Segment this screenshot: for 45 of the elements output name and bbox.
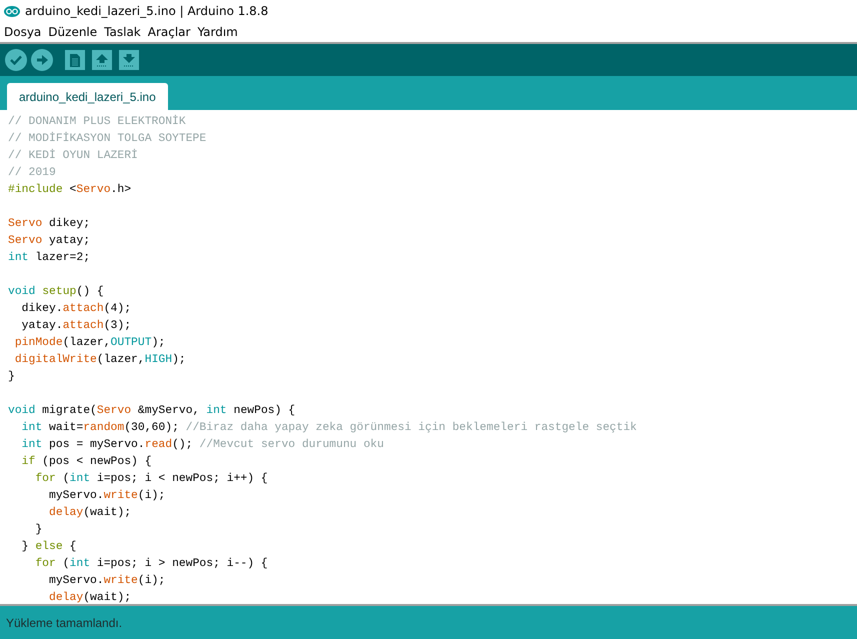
open-button[interactable] bbox=[92, 50, 112, 70]
code-line: delay(wait); bbox=[48, 506, 132, 521]
menu-item[interactable]: Araçlar bbox=[148, 25, 190, 39]
new-button[interactable] bbox=[65, 50, 85, 70]
code-line: int lazer=2; bbox=[8, 250, 92, 266]
arrow-right-icon bbox=[36, 55, 48, 65]
code-line: if (pos < newPos) { bbox=[20, 454, 153, 470]
menu-item[interactable]: Yardım bbox=[197, 25, 238, 39]
code-line: // KEDİ OYUN LAZERİ bbox=[8, 148, 139, 164]
code-line: pinMode(lazer,OUTPUT); bbox=[14, 336, 166, 351]
save-button[interactable] bbox=[119, 50, 139, 70]
code-line: int wait=random(30,60); //Biraz daha yapay zeka görünmesi için beklemeleri rastgele seçtik bbox=[20, 420, 638, 436]
code-line: for (int i=pos; i < newPos; i++) { bbox=[34, 472, 269, 487]
upload-button[interactable] bbox=[31, 49, 53, 71]
code-line: // MODİFİKASYON TOLGA SOYTEPE bbox=[8, 131, 208, 147]
code-line: // 2019 bbox=[8, 166, 57, 181]
code-line: void migrate(Servo &myServo, int newPos) { bbox=[8, 404, 296, 419]
file-tab[interactable]: arduino_kedi_lazeri_5.ino bbox=[7, 83, 168, 110]
code-line: delay(wait); bbox=[48, 590, 132, 604]
arrow-down-icon bbox=[123, 54, 135, 66]
window-title: arduino_kedi_lazeri_5.ino | Arduino 1.8.8 bbox=[25, 4, 268, 18]
menu-item[interactable]: Düzenle bbox=[48, 25, 98, 39]
document-icon bbox=[70, 54, 80, 66]
code-line: myServo.write(i); bbox=[48, 488, 166, 504]
verify-button[interactable] bbox=[5, 49, 27, 71]
code-line: int pos = myServo.read(); //Mevcut servo durumunu oku bbox=[20, 438, 385, 453]
code-line: void setup() { bbox=[8, 284, 105, 300]
arrow-up-icon bbox=[96, 54, 108, 66]
code-line: Servo yatay; bbox=[8, 234, 92, 249]
code-line: Servo dikey; bbox=[8, 216, 92, 232]
code-line: dikey.attach(4); bbox=[20, 302, 132, 317]
menu-item[interactable]: Taslak bbox=[104, 25, 141, 39]
code-line: } else { bbox=[20, 540, 78, 555]
code-line: } bbox=[34, 522, 44, 538]
menu-item[interactable]: Dosya bbox=[4, 25, 42, 39]
code-line: yatay.attach(3); bbox=[20, 318, 132, 334]
code-line: } bbox=[8, 370, 16, 385]
code-line: digitalWrite(lazer,HIGH); bbox=[14, 352, 187, 368]
code-line: for (int i=pos; i > newPos; i--) { bbox=[34, 556, 269, 572]
code-line: // DONANIM PLUS ELEKTRONİK bbox=[8, 114, 187, 130]
logo-icon bbox=[4, 6, 20, 16]
status-message: Yükleme tamamlandı. bbox=[6, 616, 122, 630]
code-line: myServo.write(i); bbox=[48, 574, 166, 589]
code-line: #include <Servo.h> bbox=[8, 182, 132, 198]
checkmark-icon bbox=[10, 55, 22, 65]
